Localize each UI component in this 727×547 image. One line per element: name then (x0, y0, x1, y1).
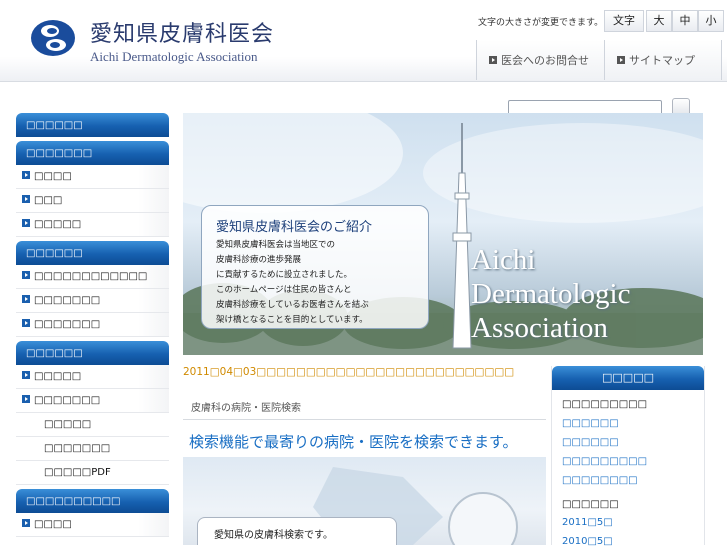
sitemap-link-label: サイトマップ (629, 54, 695, 67)
intro-line: 皮膚科診療の進歩発展 (216, 255, 302, 265)
site-title[interactable]: 愛知県皮膚科医会 (90, 16, 274, 48)
intro-box: 愛知県皮膚科医会のご紹介 愛知県皮膚科医会は当地区での 皮膚科診療の進歩発展 に… (201, 205, 429, 329)
arrow-icon (22, 195, 30, 203)
right-box-heading: □□□□□ (552, 366, 704, 390)
arrow-icon (22, 171, 30, 179)
news-link[interactable]: 2011□04□03□□□□□□□□□□□□□□□□□□□□□□□□□□ (183, 366, 514, 378)
sidebar-section-heading[interactable]: □□□□□□□ (16, 141, 169, 165)
banner-title-line: Dermatologic (471, 278, 631, 310)
arrow-icon (22, 219, 30, 227)
intro-line: 皮膚科診療をしているお医者さんを結ぶ (216, 300, 369, 310)
sidebar-section-heading[interactable]: □□□□□□ (16, 113, 169, 137)
right-sidebar-box: □□□□□ □□□□□□□□□ □□□□□□ □□□□□□ □□□□□□□□□ … (551, 366, 705, 547)
sidebar-item[interactable]: □□□□□□□ (16, 313, 169, 337)
category-link[interactable]: □□□□□□□□□ (562, 456, 647, 467)
intro-line: に貢献するために設立されました。 (216, 270, 353, 280)
sitemap-link[interactable]: サイトマップ (604, 40, 722, 80)
hero-banner: 愛知県皮膚科医会のご紹介 愛知県皮膚科医会は当地区での 皮膚科診療の進歩発展 に… (183, 113, 703, 355)
arrow-icon (617, 56, 625, 64)
sidebar-item-label: □□□ (34, 195, 63, 206)
intro-title: 愛知県皮膚科医会のご紹介 (216, 220, 373, 235)
sidebar-item-label: □□□□□□□ (34, 395, 101, 406)
intro-line: 架け橋となることを目的としています。 (216, 315, 368, 325)
sidebar-section-heading[interactable]: □□□□□□ (16, 341, 169, 365)
sidebar: □□□□□□ □□□□□□□ □□□□ □□□ □□□□□ □□□□□□ □□□… (16, 113, 169, 537)
category-link[interactable]: □□□□□□ (562, 418, 619, 429)
sidebar-item-label: □□□□ (34, 171, 72, 182)
sidebar-item[interactable]: □□□□ (16, 165, 169, 189)
archive-link[interactable]: 2010□5□ (562, 536, 613, 547)
banner-title-line: Association (471, 312, 608, 344)
arrow-icon (22, 371, 30, 379)
category-link[interactable]: □□□□□□□□ (562, 475, 638, 486)
arrow-icon (489, 56, 497, 64)
contact-link-label: 医会へのお問合せ (501, 54, 589, 67)
intro-text: 愛知県皮膚科医会は当地区での 皮膚科診療の進歩発展 に貢献するために設立されまし… (216, 238, 426, 328)
sidebar-item-label: □□□□ (34, 519, 72, 530)
category-link[interactable]: □□□□□□ (562, 437, 619, 448)
font-size-large-button[interactable]: 大 (646, 10, 672, 32)
category-heading: □□□□□□□□□ (562, 399, 648, 410)
contact-link[interactable]: 医会へのお問合せ (476, 40, 604, 80)
font-size-label: 文字の大きさが変更できます。 (478, 18, 604, 28)
font-size-medium-button[interactable]: 中 (672, 10, 698, 32)
search-caption: 愛知県の皮膚科検索です。 (197, 517, 397, 545)
divider (183, 419, 546, 420)
sidebar-item[interactable]: □□□□□□□□□□□□ (16, 265, 169, 289)
archive-link[interactable]: 2011□5□ (562, 517, 613, 528)
sidebar-section-heading[interactable]: □□□□□□□□□□ (16, 489, 169, 513)
sidebar-item-label: □□□□□ (34, 219, 82, 230)
site-subtitle: Aichi Dermatologic Association (90, 49, 258, 64)
sidebar-subitem[interactable]: □□□□□□□ (16, 437, 169, 461)
font-size-small-button[interactable]: 小 (698, 10, 724, 32)
logo-icon[interactable] (28, 16, 78, 60)
section-headline: 検索機能で最寄りの病院・医院を検索できます。 (189, 433, 518, 451)
sidebar-section-heading[interactable]: □□□□□□ (16, 241, 169, 265)
sidebar-item-label: □□□□□□□ (34, 295, 101, 306)
sidebar-item[interactable]: □□□ (16, 189, 169, 213)
sidebar-item-label: □□□□□□□ (34, 319, 101, 330)
arrow-icon (22, 395, 30, 403)
sidebar-item[interactable]: □□□□□ (16, 213, 169, 237)
sidebar-item-label: □□□□□ (34, 371, 82, 382)
banner-title-line: Aichi (471, 244, 536, 276)
section-label: 皮膚科の病院・医院検索 (191, 403, 301, 414)
clinic-search-section: 皮膚科の病院・医院検索 検索機能で最寄りの病院・医院を検索できます。 愛知県の皮… (183, 393, 546, 545)
sidebar-item[interactable]: □□□□ (16, 513, 169, 537)
sidebar-item[interactable]: □□□□□ (16, 365, 169, 389)
intro-line: このホームページは住民の皆さんと (216, 285, 352, 295)
archive-heading: □□□□□□ (562, 499, 619, 510)
sidebar-item[interactable]: □□□□□□□ (16, 289, 169, 313)
arrow-icon (22, 319, 30, 327)
sidebar-item[interactable]: □□□□□□□ (16, 389, 169, 413)
banner-title: Aichi Dermatologic Association (471, 243, 630, 345)
font-size-label-button: 文字 (604, 10, 644, 32)
intro-line: 愛知県皮膚科医会は当地区での (216, 240, 336, 250)
site-header: 愛知県皮膚科医会 Aichi Dermatologic Association … (0, 0, 727, 82)
sidebar-subitem[interactable]: □□□□□ (16, 413, 169, 437)
search-banner-image[interactable]: 愛知県の皮膚科検索です。 (183, 457, 546, 545)
sidebar-item-label: □□□□□□□□□□□□ (34, 271, 148, 282)
sidebar-subitem[interactable]: □□□□□PDF (16, 461, 169, 485)
arrow-icon (22, 271, 30, 279)
arrow-icon (22, 295, 30, 303)
arrow-icon (22, 519, 30, 527)
